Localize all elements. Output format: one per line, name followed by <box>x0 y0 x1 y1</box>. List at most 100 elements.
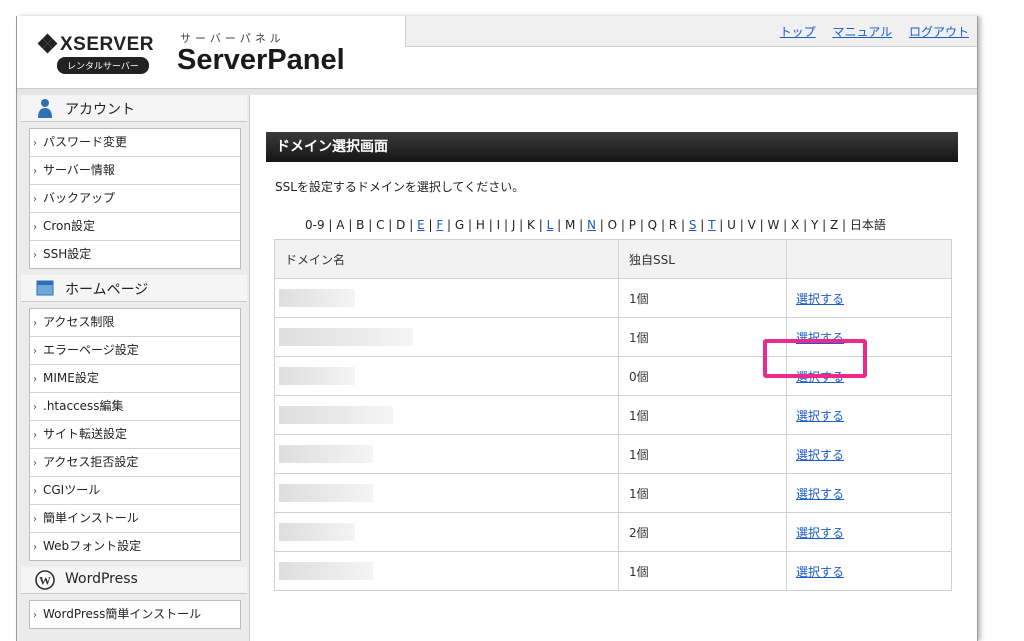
account-menu: › パスワード変更 › サーバー情報 › バックアップ › Cron設定 › SSH設定 <box>29 128 241 269</box>
ssl-cell: 1個 <box>618 434 787 474</box>
alpha-separator: | <box>324 218 337 232</box>
redacted-domain <box>279 484 373 502</box>
header-domain: ドメイン名 <box>274 239 619 279</box>
arrow-icon: › <box>33 166 37 177</box>
alpha-index-item: M <box>564 218 576 232</box>
sidebar-item-cgi-tools[interactable]: › CGIツール <box>30 477 240 505</box>
sidebar-item-password[interactable]: › パスワード変更 <box>30 129 240 157</box>
alpha-index-item: 日本語 <box>849 218 886 232</box>
select-button[interactable]: 選択する <box>796 565 844 579</box>
arrow-icon: › <box>33 610 37 621</box>
domain-table: ドメイン名 独自SSL 1個 選択する 1個 選択する 0個 選択する 1個 選… <box>274 239 952 591</box>
table-row: 2個 選択する <box>274 512 952 552</box>
alpha-index-item: H <box>475 218 485 232</box>
alpha-index-item[interactable]: N <box>587 218 596 232</box>
highlight-box <box>763 339 867 378</box>
action-cell: 選択する <box>786 434 952 474</box>
sidebar-item-access-limit[interactable]: › アクセス制限 <box>30 309 240 337</box>
xserver-logo[interactable]: XSERVER <box>37 33 154 56</box>
header: XSERVER レンタルサーバー サーバーパネル ServerPanel トップ… <box>17 16 977 89</box>
alpha-separator: | <box>657 218 669 232</box>
sidebar-item-web-font[interactable]: › Webフォント設定 <box>30 533 240 560</box>
page-description: SSLを設定するドメインを選択してください。 <box>275 180 525 194</box>
redacted-domain <box>279 367 355 385</box>
alpha-separator: | <box>595 218 608 232</box>
panel-title: ServerPanel <box>177 44 345 76</box>
homepage-menu: › アクセス制限 › エラーページ設定 › MIME設定 › .htaccess編集 ›… <box>29 308 241 561</box>
alpha-index: 0-9 | A | B | C | D | E | F | G | H | I … <box>305 216 886 233</box>
logo-mark-icon <box>37 33 58 54</box>
top-links: トップ マニュアル ログアウト <box>767 23 969 40</box>
sidebar-item-site-redirect[interactable]: › サイト転送設定 <box>30 421 240 449</box>
sidebar-item-error-page[interactable]: › エラーページ設定 <box>30 337 240 365</box>
sidebar-item-cron[interactable]: › Cron設定 <box>30 213 240 241</box>
redacted-domain <box>279 523 355 541</box>
domain-cell <box>274 551 619 591</box>
page-title-bar: ドメイン選択画面 <box>266 132 958 162</box>
alpha-separator: | <box>715 218 728 232</box>
alpha-separator: | <box>779 218 792 232</box>
sidebar-item-wp-install[interactable]: › WordPress簡単インストール <box>30 601 240 628</box>
alpha-separator: | <box>515 218 528 232</box>
logout-link[interactable]: ログアウト <box>909 25 969 39</box>
manual-link[interactable]: マニュアル <box>833 25 893 39</box>
sidebar-item-htaccess[interactable]: › .htaccess編集 <box>30 393 240 421</box>
domain-cell <box>274 278 619 318</box>
header-action <box>786 239 952 279</box>
redacted-domain <box>279 289 355 307</box>
sidebar-item-easy-install[interactable]: › 簡単インストール <box>30 505 240 533</box>
select-button[interactable]: 選択する <box>796 448 844 462</box>
alpha-separator: | <box>696 218 709 232</box>
alpha-separator: | <box>443 218 455 232</box>
alpha-index-item: A <box>336 218 345 232</box>
select-button[interactable]: 選択する <box>796 292 844 306</box>
alpha-index-item[interactable]: E <box>417 218 425 232</box>
alpha-separator: | <box>838 218 850 232</box>
arrow-icon: › <box>33 542 37 553</box>
arrow-icon: › <box>33 318 37 329</box>
ssl-cell: 1個 <box>618 473 787 513</box>
action-cell: 選択する <box>786 395 952 435</box>
sidebar-section-wordpress: W WordPress <box>21 567 247 594</box>
alpha-separator: | <box>735 218 748 232</box>
redacted-domain <box>279 328 413 346</box>
table-row: 1個 選択する <box>274 551 952 591</box>
redacted-domain <box>279 406 393 424</box>
alpha-separator: | <box>464 218 476 232</box>
arrow-icon: › <box>33 486 37 497</box>
alpha-separator: | <box>636 218 648 232</box>
sidebar-item-mime[interactable]: › MIME設定 <box>30 365 240 393</box>
user-icon <box>38 99 52 118</box>
alpha-index-item: Z <box>829 218 839 232</box>
sidebar-item-ssh[interactable]: › SSH設定 <box>30 241 240 268</box>
alpha-index-item: Q <box>647 218 658 232</box>
table-row: 1個 選択する <box>274 473 952 513</box>
alpha-separator: | <box>405 218 418 232</box>
select-button[interactable]: 選択する <box>796 526 844 540</box>
sidebar-item-backup[interactable]: › バックアップ <box>30 185 240 213</box>
alpha-index-item: V <box>747 218 756 232</box>
alpha-index-item: W <box>767 218 780 232</box>
header-ssl: 独自SSL <box>618 239 787 279</box>
sidebar-item-access-deny[interactable]: › アクセス拒否設定 <box>30 449 240 477</box>
alpha-index-item: O <box>607 218 618 232</box>
sidebar-item-server-info[interactable]: › サーバー情報 <box>30 157 240 185</box>
ssl-cell: 1個 <box>618 395 787 435</box>
select-button[interactable]: 選択する <box>796 409 844 423</box>
alpha-separator: | <box>500 218 512 232</box>
alpha-index-item: P <box>628 218 636 232</box>
table-row: 1個 選択する <box>274 278 952 318</box>
alpha-separator: | <box>364 218 377 232</box>
arrow-icon: › <box>33 222 37 233</box>
ssl-cell: 2個 <box>618 512 787 552</box>
page-title: ドメイン選択画面 <box>276 139 388 155</box>
app-frame: XSERVER レンタルサーバー サーバーパネル ServerPanel トップ… <box>16 16 978 641</box>
top-link[interactable]: トップ <box>780 25 816 39</box>
action-cell: 選択する <box>786 512 952 552</box>
alpha-separator: | <box>384 218 397 232</box>
table-header-row: ドメイン名 独自SSL <box>274 239 952 279</box>
select-button[interactable]: 選択する <box>796 487 844 501</box>
table-row: 1個 選択する <box>274 395 952 435</box>
top-bar: トップ マニュアル ログアウト <box>405 16 977 47</box>
arrow-icon: › <box>33 250 37 261</box>
